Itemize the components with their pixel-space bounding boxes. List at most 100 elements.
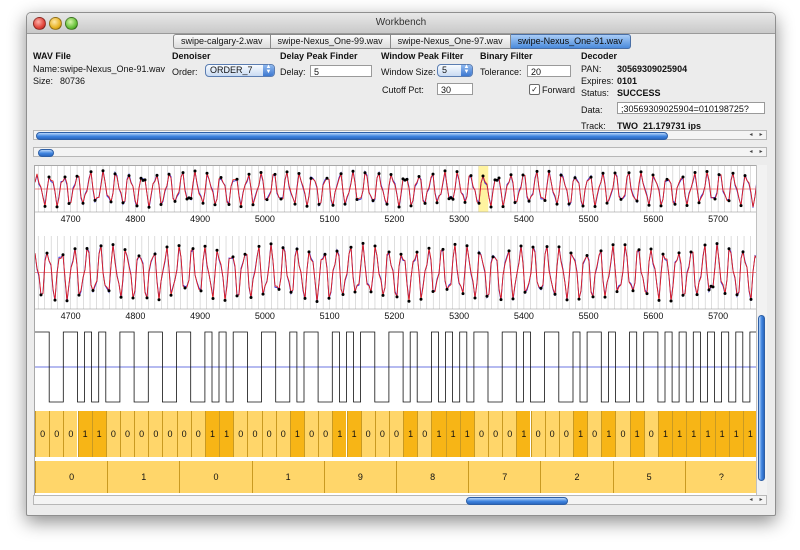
peak-point <box>465 244 469 248</box>
peak-point <box>477 251 481 255</box>
peak-point <box>89 170 93 174</box>
plot-bottom-scroll-right-button[interactable]: ▸ <box>756 496 766 504</box>
cutoff-field[interactable]: 30 <box>437 83 473 95</box>
peak-point <box>279 197 283 201</box>
peak-point <box>155 173 159 177</box>
bit-cell: 0 <box>558 411 573 457</box>
scroll-left-button[interactable]: ◂ <box>746 131 756 139</box>
peak-point <box>677 251 681 255</box>
peak-point <box>389 172 393 176</box>
decoded-char-cell: 2 <box>540 461 613 493</box>
axis-tick-label: 5100 <box>320 311 340 321</box>
wav-size-value: 80736 <box>60 76 86 86</box>
axis-tick-label: 5000 <box>255 214 275 224</box>
file-tabs: swipe-calgary-2.wav swipe-Nexus_One-99.w… <box>173 34 631 49</box>
window-size-label: Window Size: <box>381 67 436 77</box>
decoded-char-cell: 1 <box>107 461 180 493</box>
binary-filter-title: Binary Filter <box>480 51 533 61</box>
axis-tick-label: 5100 <box>320 214 340 224</box>
peak-point <box>455 170 459 174</box>
peak-point <box>183 286 187 290</box>
peak-point <box>573 176 577 180</box>
tab-swipe-nexus-one-97[interactable]: swipe-Nexus_One-97.wav <box>390 34 511 49</box>
plot-bottom-scrollbar[interactable]: ◂ ▸ <box>33 495 767 505</box>
peak-point <box>661 252 665 256</box>
forward-checkbox[interactable]: ✓ <box>529 84 540 95</box>
axis-tick-label: 5400 <box>514 214 534 224</box>
peak-point <box>581 204 585 208</box>
window-peak-section: Window Peak Filter <box>381 51 463 62</box>
peak-point <box>323 252 327 256</box>
peak-point <box>331 203 335 207</box>
peak-point <box>315 300 319 304</box>
denoiser-title: Denoiser <box>172 51 211 61</box>
scroll-right-button[interactable]: ▸ <box>756 131 766 139</box>
peak-point <box>247 172 251 176</box>
peak-point <box>749 297 753 301</box>
peak-point <box>399 252 403 256</box>
tab-swipe-nexus-one-99[interactable]: swipe-Nexus_One-99.wav <box>270 34 391 49</box>
peak-point <box>43 204 47 208</box>
peak-point <box>307 250 311 254</box>
peak-waveform-plot[interactable]: 4700 4800 4900 5000 5100 5200 5300 5400 5500 5600… <box>35 236 757 321</box>
peak-point <box>585 254 589 258</box>
tolerance-field[interactable]: 20 <box>527 65 571 77</box>
plot-vertical-scrollbar[interactable] <box>756 165 767 495</box>
peak-point <box>531 245 535 249</box>
peak-point <box>697 201 701 205</box>
peak-point <box>665 177 669 181</box>
bit-cell: 0 <box>643 411 658 457</box>
peak-point <box>685 203 689 207</box>
plot-top-scroll-left-button[interactable]: ◂ <box>746 148 756 156</box>
settings-scrollbar-thumb[interactable] <box>36 132 668 140</box>
peak-point <box>553 292 557 296</box>
decoder-title: Decoder <box>581 51 618 61</box>
peak-point <box>327 296 331 300</box>
plot-bottom-scroll-left-button[interactable]: ◂ <box>746 496 756 504</box>
axis-tick-label: 5000 <box>255 311 275 321</box>
bit-cell: 0 <box>374 411 389 457</box>
denoised-waveform-plot[interactable]: 4700 4800 4900 5000 5100 5200 5300 5400 5500 5600… <box>35 166 757 224</box>
peak-point <box>739 204 743 208</box>
peak-point <box>101 169 105 173</box>
expires-label: Expires: <box>581 76 614 86</box>
axis-tick-label: 5200 <box>384 214 404 224</box>
peak-point <box>589 175 593 179</box>
binary-square-wave <box>35 331 757 403</box>
peak-point <box>623 243 627 247</box>
peak-point <box>711 285 715 289</box>
delay-field[interactable]: 5 <box>310 65 372 77</box>
bit-cell: 1 <box>728 411 743 457</box>
tab-swipe-calgary-2[interactable]: swipe-calgary-2.wav <box>173 34 271 49</box>
peak-point <box>177 244 181 248</box>
peak-point <box>485 294 489 298</box>
plot-top-scrollbar-thumb[interactable] <box>38 149 54 157</box>
settings-horizontal-scrollbar[interactable]: ◂ ▸ <box>33 130 767 140</box>
order-label: Order: <box>172 67 198 77</box>
order-select[interactable]: ORDER_7 ▲ ▼ <box>205 64 275 77</box>
peak-point <box>557 245 561 249</box>
data-field[interactable]: ;30569309025904=010198725? <box>617 102 765 114</box>
settings-panel: WAV File Name: swipe-Nexus_One-91.wav Si… <box>31 51 769 131</box>
bit-cell: 1 <box>657 411 673 457</box>
peak-point <box>145 296 149 300</box>
window-size-select[interactable]: 5 ▲ ▼ <box>437 64 473 77</box>
plot-vertical-scrollbar-thumb[interactable] <box>758 315 765 481</box>
peak-point <box>167 172 171 176</box>
bit-cell: 0 <box>119 411 135 457</box>
peak-point <box>519 244 523 248</box>
peak-point <box>325 176 329 180</box>
peak-point <box>469 174 473 178</box>
bit-cell: 1 <box>700 411 715 457</box>
plot-top-scrollbar[interactable]: ◂ ▸ <box>33 147 767 157</box>
plot-bottom-scrollbar-thumb[interactable] <box>466 497 568 505</box>
plot-top-scroll-right-button[interactable]: ▸ <box>756 148 766 156</box>
peak-point <box>521 173 525 177</box>
bit-cell: 0 <box>502 411 517 457</box>
peak-point <box>615 290 619 294</box>
tab-swipe-nexus-one-91[interactable]: swipe-Nexus_One-91.wav <box>510 34 631 49</box>
peak-point <box>363 171 367 175</box>
axis-tick-label: 4900 <box>190 214 210 224</box>
bit-cell: 0 <box>247 411 262 457</box>
peak-point <box>689 250 693 254</box>
